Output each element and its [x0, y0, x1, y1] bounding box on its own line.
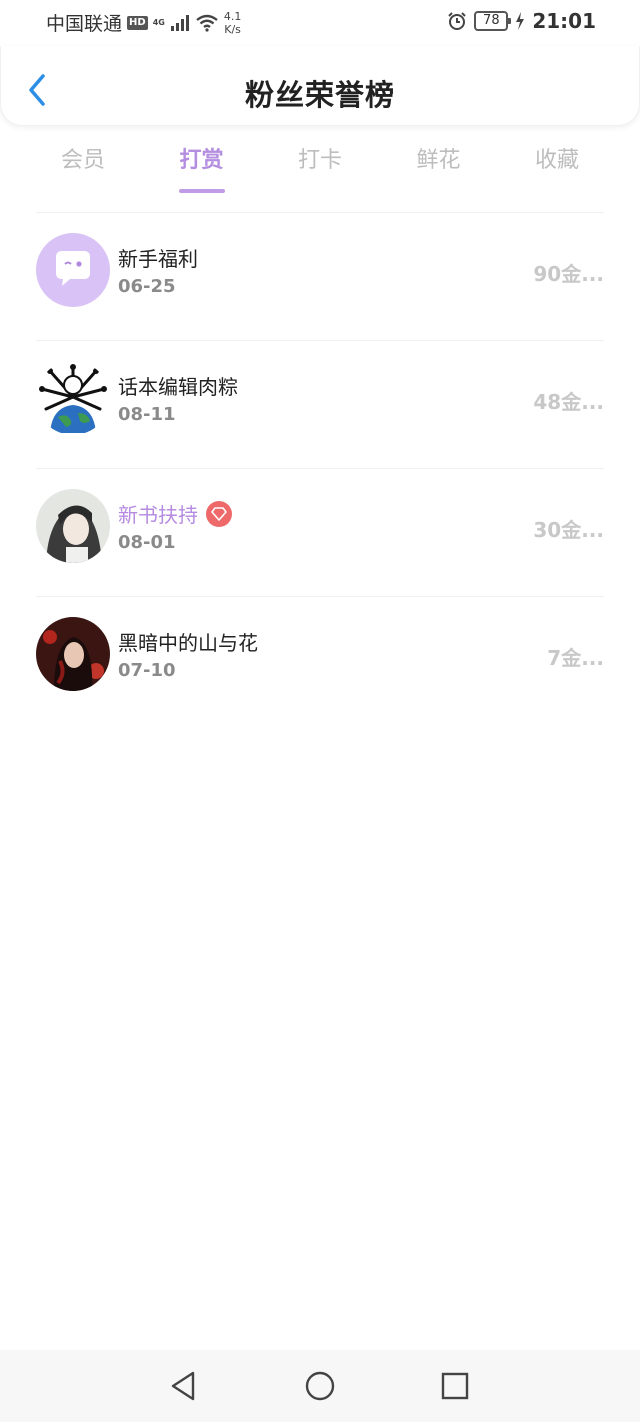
- reward-amount: 30金...: [533, 518, 604, 542]
- user-name: 新书扶持: [118, 499, 232, 528]
- list-item[interactable]: 新书扶持 08-01 30金...: [36, 468, 604, 596]
- network-speed: 4.1 K/s: [224, 10, 242, 36]
- user-name-text: 新手福利: [118, 247, 198, 271]
- nav-back-button[interactable]: [165, 1368, 201, 1404]
- alarm-icon: [448, 12, 467, 30]
- user-name: 黑暗中的山与花: [118, 627, 258, 656]
- list-item[interactable]: 话本编辑肉粽 08-11 48金...: [36, 340, 604, 468]
- user-name: 新手福利: [118, 243, 198, 272]
- nav-recents-button[interactable]: [437, 1368, 473, 1404]
- signal-icon: [170, 14, 189, 31]
- app-header: 粉丝荣誉榜: [0, 46, 640, 126]
- network-type: 4G: [152, 18, 165, 27]
- tab-checkin[interactable]: 打卡: [283, 140, 357, 196]
- diamond-icon: [211, 506, 227, 521]
- system-nav-bar: [0, 1350, 640, 1422]
- nav-home-button[interactable]: [302, 1368, 338, 1404]
- reward-amount: 7金...: [547, 646, 604, 670]
- avatar: [36, 489, 110, 563]
- reward-amount: 48金...: [533, 390, 604, 414]
- reward-amount: 90金...: [533, 262, 604, 286]
- speed-value: 4.1: [223, 9, 242, 23]
- tab-member[interactable]: 会员: [46, 140, 120, 196]
- status-right: 78 21:01: [447, 9, 596, 33]
- tab-reward[interactable]: 打赏: [165, 140, 239, 196]
- vip-diamond-badge: [206, 500, 232, 527]
- wifi-icon: [196, 14, 218, 32]
- user-name-text: 黑暗中的山与花: [118, 631, 258, 655]
- tab-bar: 会员 打赏 打卡 鲜花 收藏: [36, 140, 604, 196]
- user-name-text: 话本编辑肉粽: [118, 375, 238, 399]
- reward-date: 08-11: [118, 404, 176, 425]
- charging-icon: [516, 12, 525, 30]
- status-bar: 中国联通 HD 4G 4.1 K/s 78 21:01: [0, 0, 640, 46]
- list-item[interactable]: 黑暗中的山与花 07-10 7金...: [36, 596, 604, 724]
- battery-indicator: 78: [474, 11, 512, 31]
- reward-date: 08-01: [118, 532, 176, 553]
- list-item[interactable]: 新手福利 06-25 90金...: [36, 212, 604, 340]
- avatar: [36, 617, 110, 691]
- avatar: [36, 233, 110, 307]
- clock: 21:01: [532, 9, 596, 33]
- reward-date: 06-25: [118, 276, 176, 297]
- triangle-back-icon: [171, 1371, 195, 1401]
- user-name: 话本编辑肉粽: [118, 371, 238, 400]
- reward-date: 07-10: [118, 660, 176, 681]
- chat-bubble-icon: [36, 233, 110, 307]
- tab-favorites[interactable]: 收藏: [520, 140, 594, 196]
- hd-badge: HD: [127, 15, 148, 30]
- user-name-text: 新书扶持: [118, 503, 198, 527]
- avatar: [36, 361, 110, 435]
- page-title: 粉丝荣誉榜: [244, 78, 395, 112]
- ranking-list: 新手福利 06-25 90金... 话本编辑肉粽 08-11 48金... 新书…: [0, 212, 640, 724]
- square-recents-icon: [441, 1372, 469, 1400]
- dark-portrait-avatar-icon: [36, 617, 110, 691]
- tab-flowers[interactable]: 鲜花: [402, 140, 476, 196]
- cartoon-globe-avatar-icon: [36, 361, 110, 435]
- speed-unit: K/s: [224, 22, 241, 36]
- carrier-name: 中国联通: [46, 13, 123, 35]
- anime-portrait-avatar-icon: [36, 489, 110, 563]
- status-left: 中国联通 HD 4G 4.1 K/s: [46, 9, 241, 36]
- circle-home-icon: [305, 1371, 335, 1401]
